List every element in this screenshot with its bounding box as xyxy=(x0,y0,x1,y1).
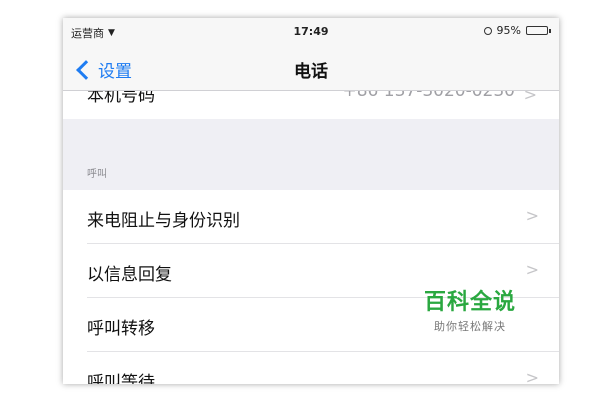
chevron-right-icon: > xyxy=(525,260,539,279)
row-label: 以信息回复 xyxy=(87,265,172,285)
row-call-blocking[interactable]: 来电阻止与身份识别 > xyxy=(63,190,559,244)
watermark-slogan: 助你轻松解决 xyxy=(434,320,506,333)
navigation-bar: 设置 电话 xyxy=(63,46,559,91)
status-right: 95% xyxy=(483,24,551,37)
watermark: 百科全说 助你轻松解决 xyxy=(424,284,516,334)
section-header-calls: 呼叫 xyxy=(87,169,107,180)
row-label: 呼叫等待 xyxy=(87,373,155,384)
row-call-waiting[interactable]: 呼叫等待 > xyxy=(63,352,559,384)
chevron-right-icon: > xyxy=(523,91,537,104)
battery-icon xyxy=(526,26,551,35)
rotation-lock-icon xyxy=(483,26,492,35)
page-title: 电话 xyxy=(294,62,328,82)
row-label: 呼叫转移 xyxy=(87,319,155,339)
chevron-right-icon: > xyxy=(525,368,539,384)
my-number-label: 本机号码 xyxy=(87,91,155,106)
watermark-logo: 百科全说 xyxy=(424,290,517,315)
my-number-value: +86 137-3020-0230 xyxy=(342,91,515,101)
battery-percent: 95% xyxy=(496,24,521,37)
row-label: 来电阻止与身份识别 xyxy=(87,211,240,231)
status-bar: 运营商 ▼ 17:49 95% xyxy=(63,18,559,46)
chevron-right-icon: > xyxy=(525,206,539,225)
my-number-row[interactable]: 本机号码 +86 137-3020-0230 > xyxy=(63,91,559,119)
